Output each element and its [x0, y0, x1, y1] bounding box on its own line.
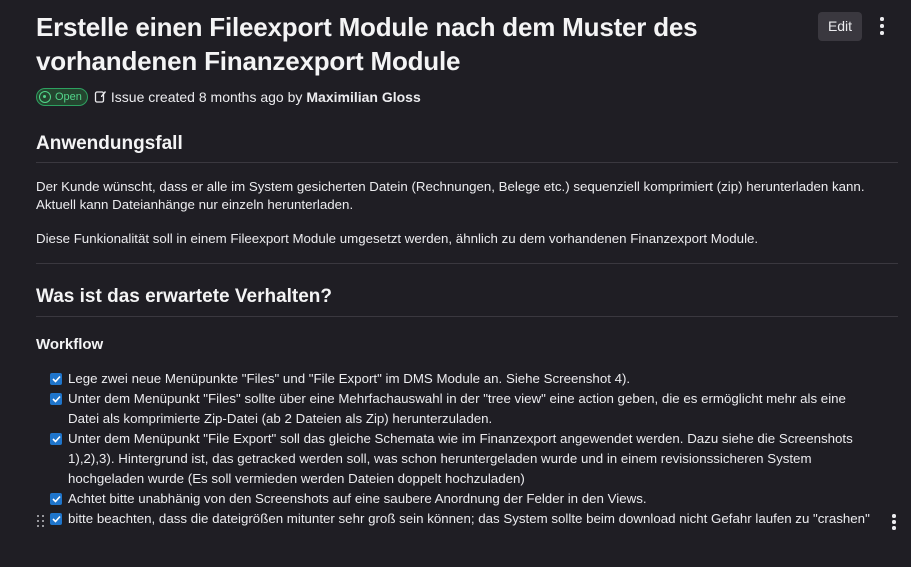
issue-type-icon	[94, 91, 106, 103]
task-checkbox[interactable]	[50, 513, 62, 525]
divider	[36, 162, 898, 163]
subheading-workflow: Workflow	[36, 336, 104, 353]
task-list-item: Lege zwei neue Menüpunkte "Files" und "F…	[50, 369, 870, 389]
task-text: Achtet bitte unabhänig von den Screensho…	[68, 491, 647, 506]
task-list-item: Unter dem Menüpunkt "Files" sollte über …	[50, 389, 870, 429]
status-label: Open	[55, 91, 82, 103]
task-checkbox[interactable]	[50, 433, 62, 445]
status-badge: Open	[36, 88, 88, 106]
task-list-item: Unter dem Menüpunkt "File Export" soll d…	[50, 429, 870, 489]
edit-button[interactable]: Edit	[818, 12, 862, 41]
usecase-paragraph-2: Diese Funkionalität soll in einem Fileex…	[36, 231, 759, 246]
divider	[36, 316, 898, 317]
divider	[36, 263, 898, 264]
section-heading-usecase: Anwendungsfall	[36, 133, 183, 154]
task-text: Unter dem Menüpunkt "File Export" soll d…	[68, 431, 853, 486]
author-link[interactable]: Maximilian Gloss	[306, 89, 420, 105]
issue-meta: Open Issue created 8 months ago by Maxim…	[36, 88, 421, 106]
task-text: Lege zwei neue Menüpunkte "Files" und "F…	[68, 371, 631, 386]
issue-title: Erstelle einen Fileexport Module nach de…	[36, 12, 698, 76]
task-text: Unter dem Menüpunkt "Files" sollte über …	[68, 391, 846, 426]
section-heading-expected: Was ist das erwartete Verhalten?	[36, 286, 333, 307]
task-checkbox[interactable]	[50, 493, 62, 505]
drag-handle-icon[interactable]	[37, 515, 45, 527]
task-list-item: bitte beachten, dass die dateigrößen mit…	[50, 509, 870, 529]
meta-text: Issue created 8 months ago by	[110, 89, 303, 105]
task-checkbox[interactable]	[50, 373, 62, 385]
task-text: bitte beachten, dass die dateigrößen mit…	[68, 511, 870, 526]
task-checkbox[interactable]	[50, 393, 62, 405]
usecase-paragraph-1: Der Kunde wünscht, dass er alle im Syste…	[36, 178, 898, 214]
task-list-item: Achtet bitte unabhänig von den Screensho…	[50, 489, 870, 509]
usecase-line-2: Aktuell kann Dateianhänge nur einzeln he…	[36, 197, 354, 212]
task-actions-kebab-icon[interactable]	[889, 514, 899, 530]
issue-open-icon	[39, 91, 51, 103]
usecase-line-1: Der Kunde wünscht, dass er alle im Syste…	[36, 179, 865, 194]
issue-actions-kebab-icon[interactable]	[876, 17, 888, 37]
